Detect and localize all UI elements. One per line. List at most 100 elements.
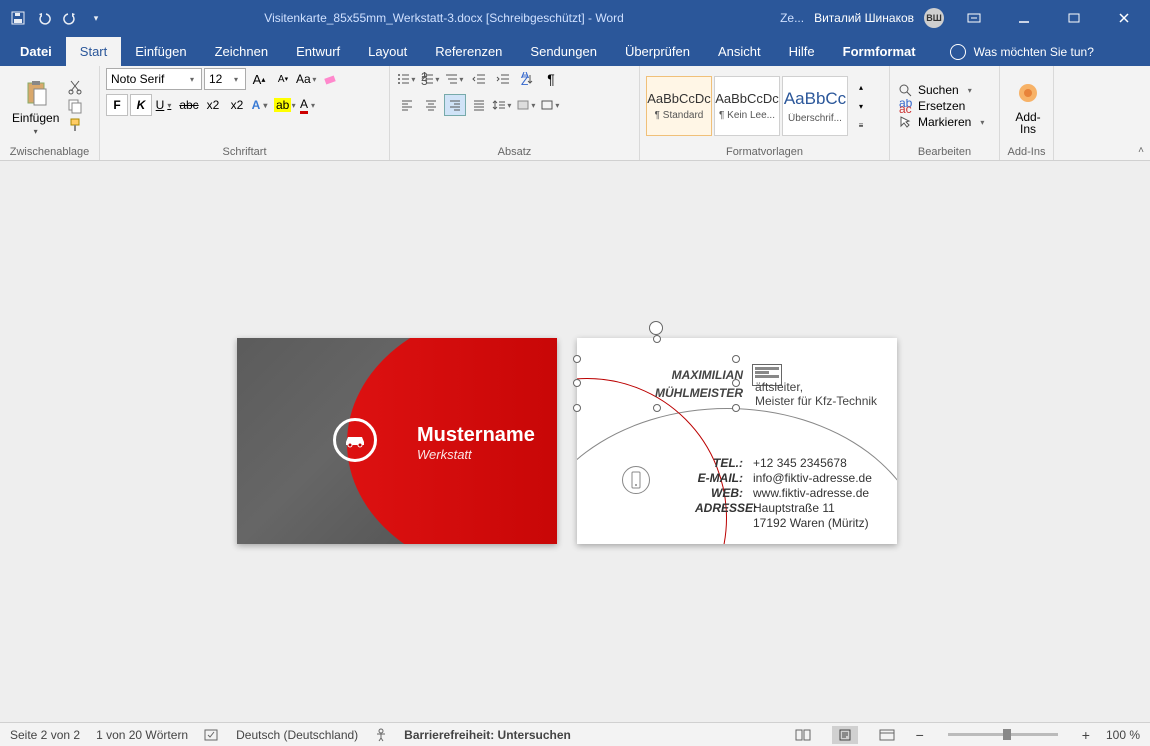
selection-handle[interactable] <box>732 379 740 387</box>
align-center-icon[interactable] <box>420 94 442 116</box>
zoom-slider[interactable] <box>948 733 1058 736</box>
tab-start[interactable]: Start <box>66 37 121 66</box>
grow-font-icon[interactable]: A▴ <box>248 68 270 90</box>
selection-handle[interactable] <box>573 379 581 387</box>
lightbulb-icon <box>950 44 966 60</box>
tab-ueberpruefen[interactable]: Überprüfen <box>611 37 704 66</box>
tab-datei[interactable]: Datei <box>6 37 66 66</box>
borders-icon[interactable]: ▾ <box>540 94 562 116</box>
undo-icon[interactable] <box>34 8 54 28</box>
change-case-icon[interactable]: Aa▾ <box>296 68 318 90</box>
show-marks-icon[interactable]: ¶ <box>540 68 562 90</box>
print-layout-icon[interactable] <box>832 726 858 744</box>
select-button[interactable]: Markieren▾ <box>898 115 987 129</box>
style-heading1[interactable]: AaBbCcÜberschrif... <box>782 76 848 136</box>
status-language[interactable]: Deutsch (Deutschland) <box>236 728 358 742</box>
selection-handle[interactable] <box>653 335 661 343</box>
business-card-back[interactable]: MAXIMILIANMÜHLMEISTER äftsleiter,Meister… <box>577 338 897 544</box>
sort-icon[interactable]: AZ <box>516 68 538 90</box>
copy-icon[interactable] <box>67 98 85 114</box>
status-zoom[interactable]: 100 % <box>1106 728 1140 742</box>
bullets-icon[interactable]: ▾ <box>396 68 418 90</box>
paste-icon <box>20 77 52 109</box>
business-card-front[interactable]: Mustername Werkstatt <box>237 338 557 544</box>
cut-icon[interactable] <box>67 79 85 95</box>
status-accessibility[interactable]: Barrierefreiheit: Untersuchen <box>404 728 571 742</box>
redo-icon[interactable] <box>60 8 80 28</box>
minimize-button[interactable] <box>1004 3 1044 33</box>
tab-einfuegen[interactable]: Einfügen <box>121 37 200 66</box>
tab-entwurf[interactable]: Entwurf <box>282 37 354 66</box>
zoom-in-button[interactable]: + <box>1082 727 1090 743</box>
tell-me-label: Was möchten Sie tun? <box>974 45 1094 59</box>
selection-handle[interactable] <box>573 404 581 412</box>
addins-button[interactable]: Add-Ins <box>1006 73 1050 139</box>
paste-label: Einfügen <box>12 111 59 125</box>
read-mode-icon[interactable] <box>790 726 816 744</box>
rotation-handle[interactable] <box>649 321 663 335</box>
italic-button[interactable]: K <box>130 94 152 116</box>
styles-scroll-up[interactable]: ▴ <box>850 78 872 96</box>
user-name[interactable]: Виталий Шинаков <box>814 11 914 25</box>
styles-group-label: Formatvorlagen <box>646 144 883 160</box>
zoom-out-button[interactable]: − <box>916 727 924 743</box>
selection-handle[interactable] <box>732 404 740 412</box>
card2-role: äftsleiter,Meister für Kfz-Technik <box>755 380 877 408</box>
qa-customize-icon[interactable]: ▾ <box>86 8 106 28</box>
shrink-font-icon[interactable]: A▾ <box>272 68 294 90</box>
superscript-button[interactable]: x2 <box>226 94 248 116</box>
status-words[interactable]: 1 von 20 Wörtern <box>96 728 188 742</box>
styles-more[interactable]: ≡ <box>850 116 872 134</box>
selection-handle[interactable] <box>732 355 740 363</box>
selection-handle[interactable] <box>573 355 581 363</box>
find-button[interactable]: Suchen▾ <box>898 83 987 97</box>
align-right-icon[interactable] <box>444 94 466 116</box>
ribbon-display-icon[interactable] <box>954 3 994 33</box>
document-canvas[interactable]: Mustername Werkstatt MAXIMILIANMÜHLMEIST… <box>0 161 1150 722</box>
format-painter-icon[interactable] <box>67 117 85 133</box>
tab-sendungen[interactable]: Sendungen <box>516 37 611 66</box>
align-left-icon[interactable] <box>396 94 418 116</box>
underline-button[interactable]: U▾ <box>154 94 176 116</box>
line-spacing-icon[interactable]: ▾ <box>492 94 514 116</box>
tab-layout[interactable]: Layout <box>354 37 421 66</box>
replace-button[interactable]: abacErsetzen <box>898 99 987 113</box>
increase-indent-icon[interactable] <box>492 68 514 90</box>
avatar[interactable]: ВШ <box>924 8 944 28</box>
multilevel-icon[interactable]: ▾ <box>444 68 466 90</box>
numbering-icon[interactable]: 123▾ <box>420 68 442 90</box>
close-button[interactable] <box>1104 3 1144 33</box>
subscript-button[interactable]: x2 <box>202 94 224 116</box>
tab-zeichnen[interactable]: Zeichnen <box>201 37 282 66</box>
status-page[interactable]: Seite 2 von 2 <box>10 728 80 742</box>
bold-button[interactable]: F <box>106 94 128 116</box>
clear-format-icon[interactable] <box>320 68 342 90</box>
text-effects-icon[interactable]: A▾ <box>250 94 272 116</box>
accessibility-icon[interactable] <box>374 728 388 742</box>
style-no-spacing[interactable]: AaBbCcDc¶ Kein Lee... <box>714 76 780 136</box>
share-truncated[interactable]: Ze... <box>780 11 804 25</box>
font-name-select[interactable]: Noto Serif▾ <box>106 68 202 90</box>
save-icon[interactable] <box>8 8 28 28</box>
font-size-select[interactable]: 12▾ <box>204 68 246 90</box>
tab-formformat[interactable]: Formformat <box>829 37 930 66</box>
decrease-indent-icon[interactable] <box>468 68 490 90</box>
tab-hilfe[interactable]: Hilfe <box>775 37 829 66</box>
tell-me[interactable]: Was möchten Sie tun? <box>930 44 1110 66</box>
font-color-icon[interactable]: A▾ <box>298 94 320 116</box>
highlight-icon[interactable]: ab▾ <box>274 94 296 116</box>
maximize-button[interactable] <box>1054 3 1094 33</box>
styles-gallery[interactable]: AaBbCcDc¶ Standard AaBbCcDc¶ Kein Lee...… <box>646 76 872 136</box>
justify-icon[interactable] <box>468 94 490 116</box>
style-standard[interactable]: AaBbCcDc¶ Standard <box>646 76 712 136</box>
shading-icon[interactable]: ▾ <box>516 94 538 116</box>
tab-ansicht[interactable]: Ansicht <box>704 37 775 66</box>
web-layout-icon[interactable] <box>874 726 900 744</box>
selection-handle[interactable] <box>653 404 661 412</box>
collapse-ribbon-icon[interactable]: ˄ <box>1138 145 1144 156</box>
spellcheck-icon[interactable] <box>204 728 220 742</box>
paste-button[interactable]: Einfügen ▾ <box>6 73 65 140</box>
styles-scroll-down[interactable]: ▾ <box>850 97 872 115</box>
tab-referenzen[interactable]: Referenzen <box>421 37 516 66</box>
strike-button[interactable]: abc <box>178 94 200 116</box>
